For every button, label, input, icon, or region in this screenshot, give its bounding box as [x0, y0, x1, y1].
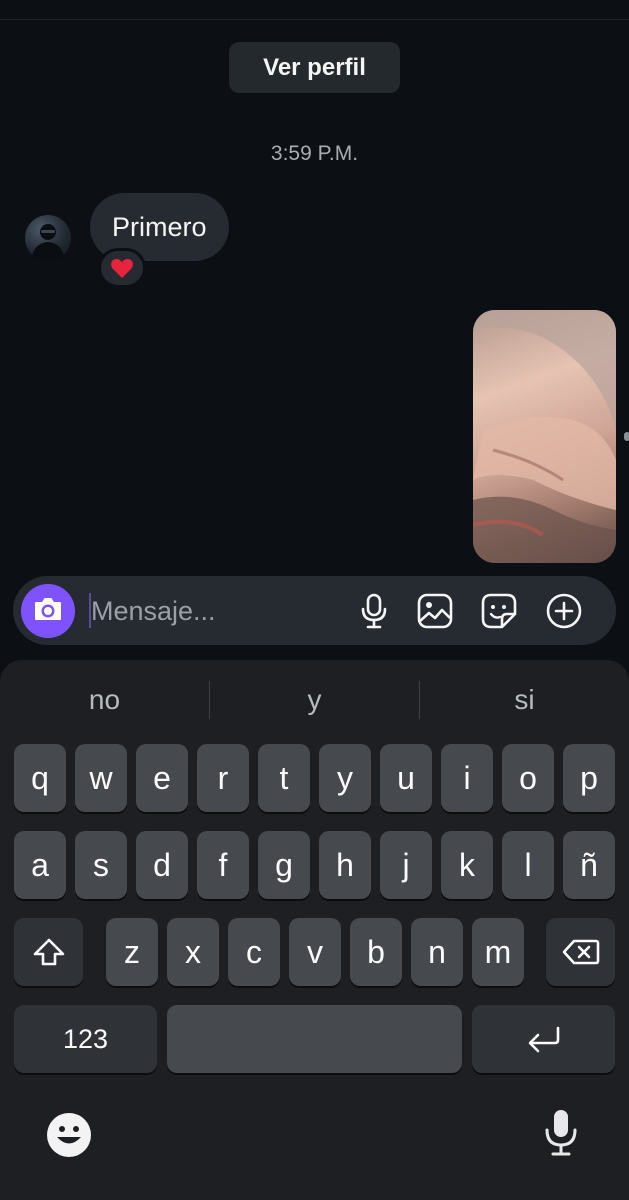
key-u[interactable]: u: [380, 744, 432, 812]
key-w[interactable]: w: [75, 744, 127, 812]
key-j[interactable]: j: [380, 831, 432, 899]
key-d[interactable]: d: [136, 831, 188, 899]
shift-key[interactable]: [14, 918, 83, 986]
suggestion-item[interactable]: no: [0, 674, 209, 726]
key-o[interactable]: o: [502, 744, 554, 812]
key-i[interactable]: i: [441, 744, 493, 812]
key-k[interactable]: k: [441, 831, 493, 899]
key-e[interactable]: e: [136, 744, 188, 812]
key-g[interactable]: g: [258, 831, 310, 899]
avatar[interactable]: [25, 215, 71, 261]
key-x[interactable]: x: [167, 918, 219, 986]
key-b[interactable]: b: [350, 918, 402, 986]
key-z[interactable]: z: [106, 918, 158, 986]
key-q[interactable]: q: [14, 744, 66, 812]
key-p[interactable]: p: [563, 744, 615, 812]
backspace-icon: [562, 938, 600, 966]
numbers-key[interactable]: 123: [14, 1005, 157, 1073]
chat-screen: { "chat": { "view_profile_label": "Ver p…: [0, 0, 629, 1200]
key-s[interactable]: s: [75, 831, 127, 899]
suggestion-bar: no y si: [0, 674, 629, 726]
microphone-icon[interactable]: [355, 592, 393, 630]
backspace-key[interactable]: [546, 918, 615, 986]
suggestion-item[interactable]: si: [420, 674, 629, 726]
emoji-icon[interactable]: [44, 1110, 94, 1160]
sent-photo[interactable]: [473, 310, 616, 563]
scroll-indicator: [624, 432, 629, 441]
key-v[interactable]: v: [289, 918, 341, 986]
key-l[interactable]: l: [502, 831, 554, 899]
camera-button[interactable]: [21, 584, 75, 638]
key-y[interactable]: y: [319, 744, 371, 812]
suggestion-item[interactable]: y: [210, 674, 419, 726]
message-timestamp: 3:59 P.M.: [270, 142, 359, 165]
message-input[interactable]: [91, 588, 341, 634]
key-r[interactable]: r: [197, 744, 249, 812]
shift-icon: [32, 937, 66, 967]
key-a[interactable]: a: [14, 831, 66, 899]
key-t[interactable]: t: [258, 744, 310, 812]
on-screen-keyboard: no y si q w e r t y u i o p a s d f g h …: [0, 660, 629, 1200]
view-profile-button[interactable]: Ver perfil: [229, 42, 400, 93]
heart-reaction-icon[interactable]: [98, 248, 146, 288]
space-key[interactable]: [167, 1005, 462, 1073]
return-key[interactable]: [472, 1005, 615, 1073]
key-n[interactable]: n: [411, 918, 463, 986]
header-divider: [0, 19, 629, 20]
add-icon[interactable]: [545, 592, 583, 630]
return-icon: [526, 1025, 562, 1053]
voice-input-icon[interactable]: [536, 1108, 586, 1158]
key-n-tilde[interactable]: ñ: [563, 831, 615, 899]
gallery-icon[interactable]: [416, 592, 454, 630]
message-composer: [13, 576, 616, 645]
key-h[interactable]: h: [319, 831, 371, 899]
sticker-icon[interactable]: [480, 592, 518, 630]
key-c[interactable]: c: [228, 918, 280, 986]
key-m[interactable]: m: [472, 918, 524, 986]
camera-icon: [33, 596, 63, 627]
key-f[interactable]: f: [197, 831, 249, 899]
